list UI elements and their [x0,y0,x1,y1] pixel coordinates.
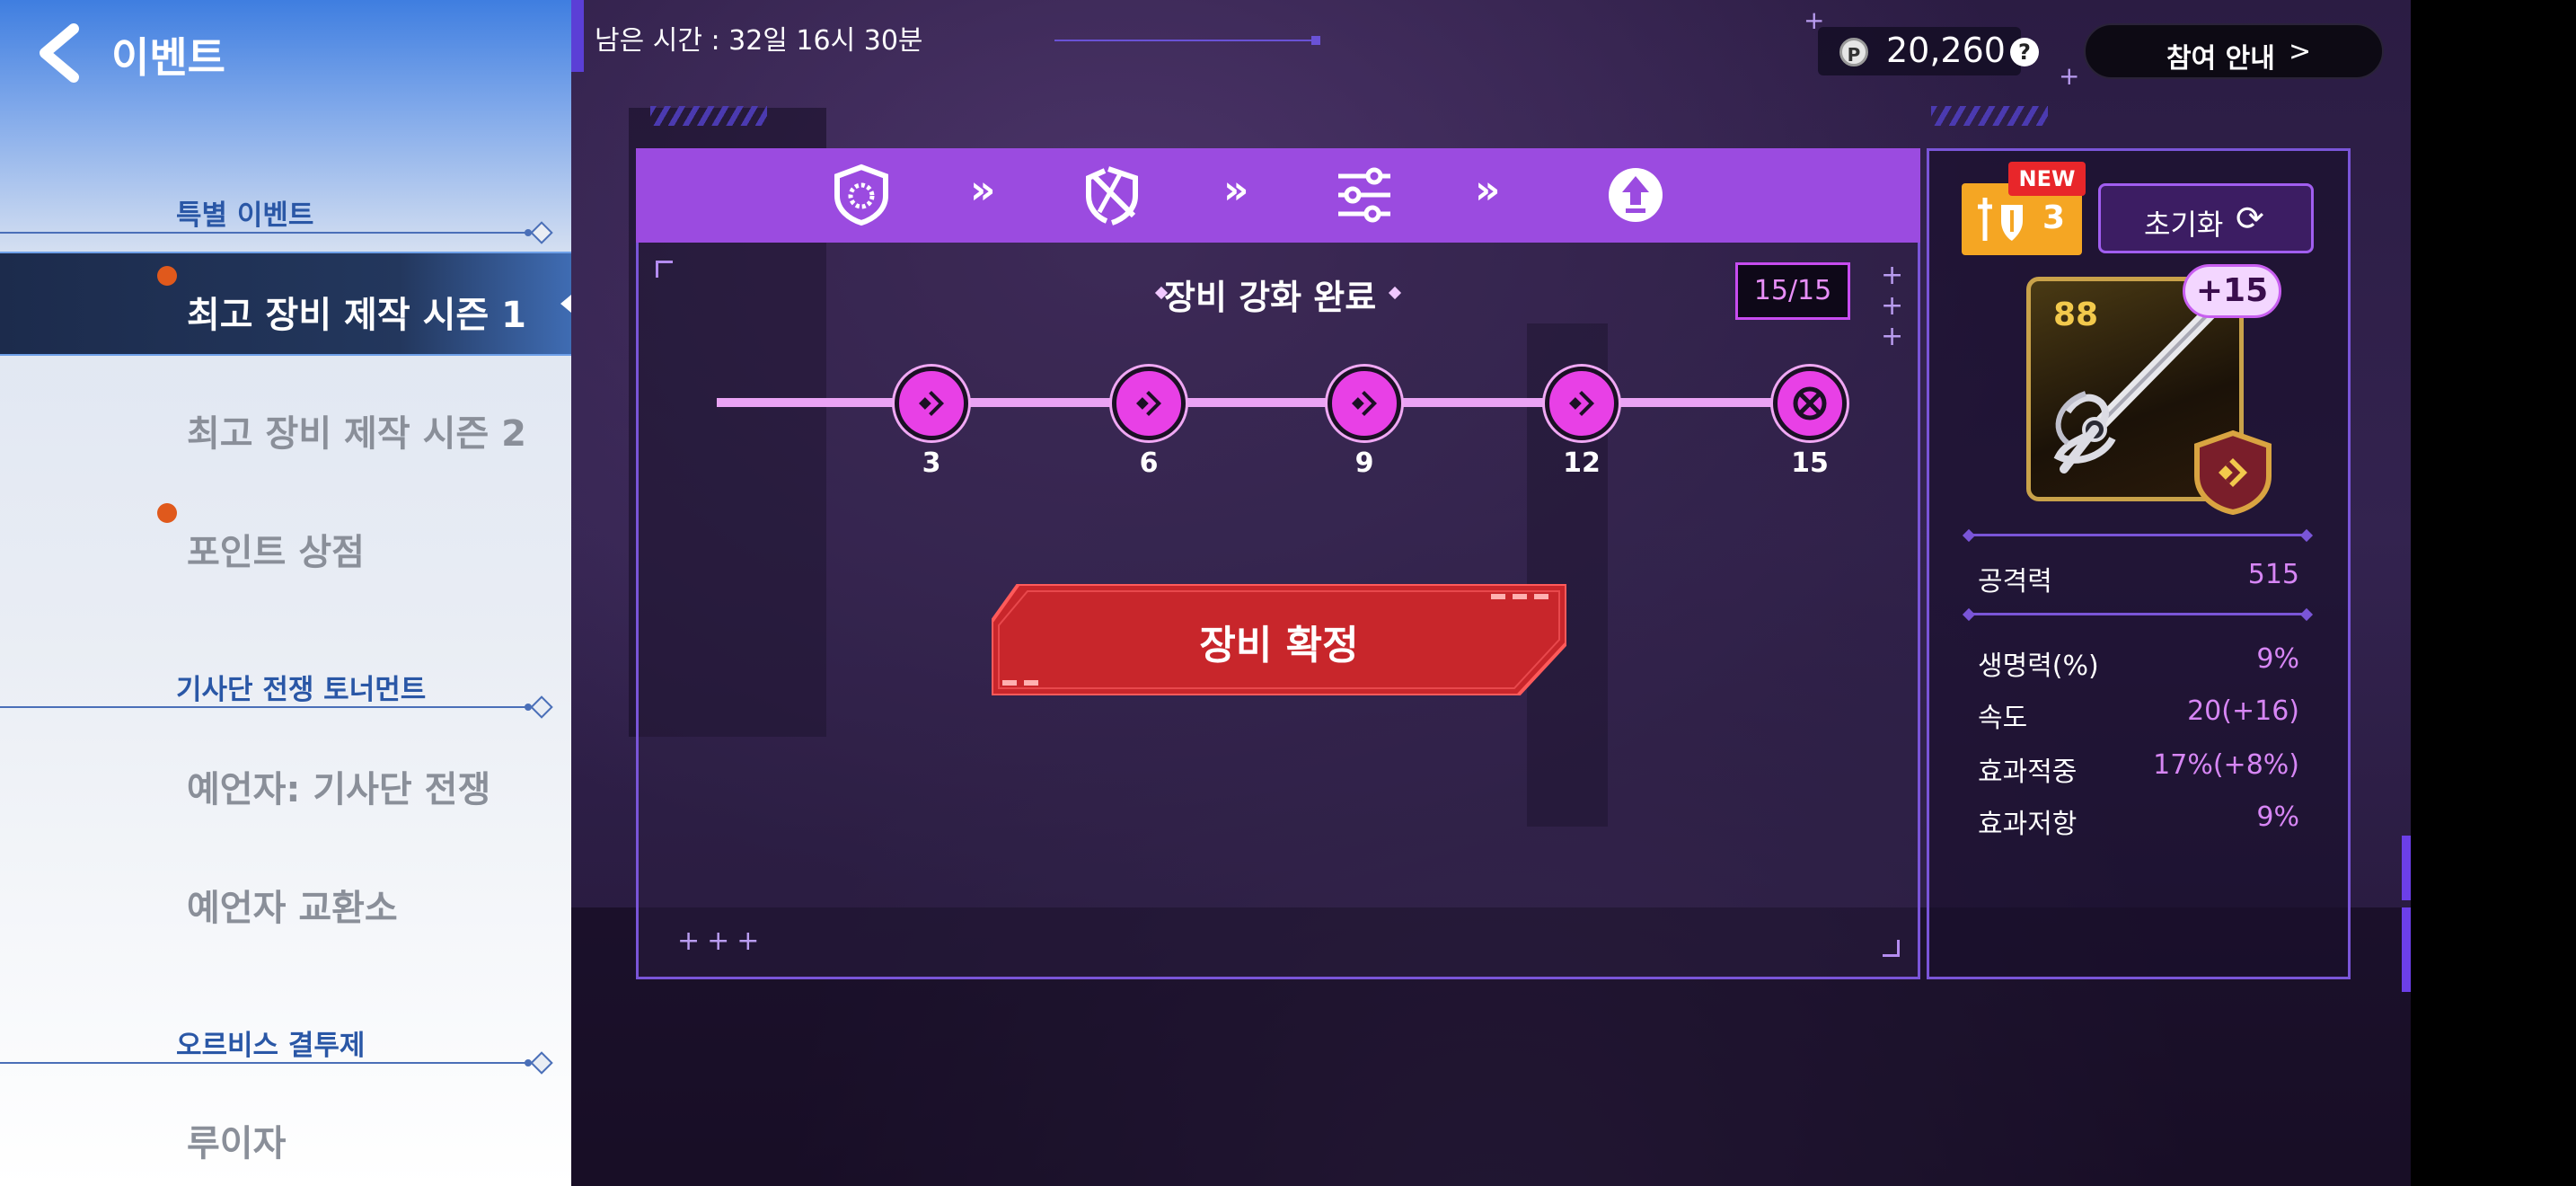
sidebar-item-label: 예언자 교환소 [187,888,398,929]
confirm-button-label: 장비 확정 [1199,623,1359,668]
stat-name-effectiveness: 효과적중 [1978,757,2078,788]
item-level: 88 [2053,296,2099,333]
chevron-right-icon: > [2289,36,2312,67]
timer-decoration-line [1054,40,1315,41]
section-heading-special-event: 특별 이벤트 [176,199,314,232]
sidebar-item-label: 최고 장비 제작 시즌 1 [187,295,526,336]
back-arrow-icon[interactable] [34,23,88,83]
sidebar-item-top-gear-season-2[interactable]: 최고 장비 제작 시즌 2 [0,377,571,478]
section-divider [0,232,539,234]
milestone-label: 3 [922,447,941,479]
sidebar-title: 이벤트 [111,33,225,82]
corner-decoration [656,261,673,278]
hatch-decoration [1931,106,2048,126]
sidebar-item-label: 예언자: 기사단 전쟁 [187,769,491,810]
event-sidebar: 이벤트 특별 이벤트 최고 장비 제작 시즌 1 최고 장비 제작 시즌 2 포… [0,0,571,1186]
stat-value-effectiveness: 17%(+8%) [2153,749,2299,781]
stat-name-attack: 공격력 [1978,566,2052,597]
step-separator: » [1475,167,1501,213]
sidebar-item-prophet-exchange[interactable]: 예언자 교환소 [0,850,571,951]
section-heading-knights-war: 기사단 전쟁 토너먼트 [176,674,427,706]
progress-track [717,398,1848,407]
milestone-label: 12 [1563,447,1601,479]
milestone-node-chevron-icon [895,367,968,440]
stat-value-attack: 515 [2247,559,2299,590]
step-separator: » [970,167,996,213]
corner-decoration [1883,940,1900,957]
sidebar-item-prophet-knights-war[interactable]: 예언자: 기사단 전쟁 [0,731,571,832]
stat-name-resistance: 효과저항 [1978,809,2078,840]
section-divider [0,1062,539,1064]
sidebar-item-label: 최고 장비 제작 시즌 2 [187,413,526,455]
refresh-icon: ⟳ [2236,199,2264,238]
divider-diamond [530,1051,553,1075]
hatch-decoration [650,106,767,126]
notification-dot [157,266,177,286]
upgrade-arrow-icon [1609,168,1663,222]
accent-bar [2402,836,2411,900]
edge-accent [571,0,584,72]
accent-bar [2402,907,2411,992]
timer-decoration-dot [1311,36,1320,45]
divider-diamond [530,695,553,719]
sidebar-item-label: 루이자 [187,1123,287,1164]
plus-decoration: + [2059,61,2080,91]
new-badge: NEW [2008,162,2086,196]
milestone-node-chevron-icon [1112,367,1186,440]
step-bar [636,148,1920,243]
divider-dot [525,704,532,711]
stat-value-health: 9% [2256,643,2299,675]
section-divider [0,706,539,708]
currency-value: 20,260 [1886,31,2006,70]
guide-label: 참여 안내 [2166,43,2275,75]
divider-dot [525,229,532,236]
progress-title: 장비 강화 완료 [1164,278,1377,317]
p-coin-icon: P [1839,38,1868,66]
shield-icon [834,164,888,226]
stat-name-speed: 속도 [1978,703,2028,734]
remaining-time: 남은 시간 : 32일 16시 30분 [595,25,923,57]
section-heading-orbis-duel: 오르비스 결투제 [176,1030,366,1062]
stat-divider [1969,613,2307,615]
help-icon[interactable]: ? [2010,38,2039,66]
broken-shield-icon [1086,166,1138,226]
active-pointer [560,295,571,313]
step-separator: » [1223,167,1249,213]
divider-diamond [530,221,553,244]
stat-value-speed: 20(+16) [2187,695,2299,727]
reset-button[interactable]: 초기화 ⟳ [2098,183,2314,253]
milestone-node-chevron-icon [1545,367,1619,440]
screen-edge [2411,0,2576,1186]
sidebar-item-label: 포인트 상점 [187,532,365,573]
sword-shield-icon [1978,198,2023,241]
milestone-node-chevron-icon [1328,367,1401,440]
stat-value-resistance: 9% [2256,801,2299,833]
sidebar-item-louisa[interactable]: 루이자 [0,1087,571,1186]
progress-count: 15/15 [1735,262,1850,320]
sidebar-item-top-gear-season-1[interactable]: 최고 장비 제작 시즌 1 [0,252,571,356]
sliders-icon [1338,167,1390,223]
divider-dot [525,1059,532,1067]
milestone-label: 6 [1139,447,1159,479]
notification-dot [157,503,177,523]
milestone-label: 15 [1791,447,1829,479]
participation-guide-button[interactable]: 참여 안내 > [2084,23,2384,79]
stat-divider [1969,534,2307,536]
sidebar-item-point-shop[interactable]: 포인트 상점 [0,494,571,595]
enhancement-level-badge: +15 [2183,264,2281,318]
reset-label: 초기화 [2144,208,2224,242]
set-effect-count: 3 [2042,199,2066,236]
plus-decoration: +++ [677,925,767,957]
stat-name-health: 생명력(%) [1978,651,2099,682]
plus-decoration: +++ [1881,260,1904,352]
grade-emblem-icon [2194,429,2272,516]
milestone-node-target-icon [1773,367,1847,440]
milestone-label: 9 [1354,447,1374,479]
